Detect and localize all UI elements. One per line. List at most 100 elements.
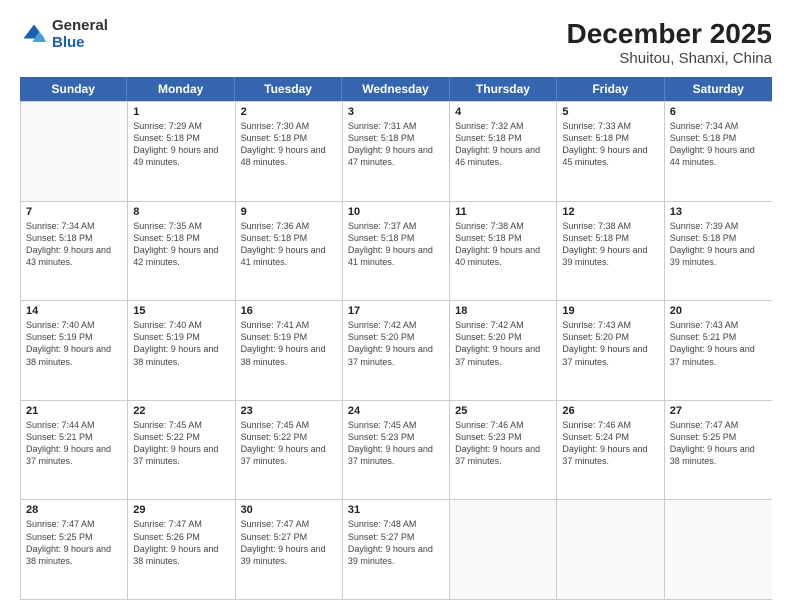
day-detail: Sunrise: 7:48 AMSunset: 5:27 PMDaylight:… (348, 518, 444, 567)
header-day-thursday: Thursday (450, 77, 557, 101)
day-number: 22 (133, 405, 229, 417)
calendar-cell (21, 102, 128, 201)
day-detail: Sunrise: 7:34 AMSunset: 5:18 PMDaylight:… (670, 120, 767, 169)
header: General Blue December 2025 Shuitou, Shan… (20, 18, 772, 67)
logo-general: General (52, 18, 108, 35)
calendar-cell: 13 Sunrise: 7:39 AMSunset: 5:18 PMDaylig… (665, 202, 772, 301)
header-day-friday: Friday (557, 77, 664, 101)
day-detail: Sunrise: 7:31 AMSunset: 5:18 PMDaylight:… (348, 120, 444, 169)
calendar-cell: 25 Sunrise: 7:46 AMSunset: 5:23 PMDaylig… (450, 401, 557, 500)
calendar-cell: 22 Sunrise: 7:45 AMSunset: 5:22 PMDaylig… (128, 401, 235, 500)
calendar-cell: 5 Sunrise: 7:33 AMSunset: 5:18 PMDayligh… (557, 102, 664, 201)
calendar-header: SundayMondayTuesdayWednesdayThursdayFrid… (20, 77, 772, 101)
day-number: 10 (348, 206, 444, 218)
calendar-row-2: 7 Sunrise: 7:34 AMSunset: 5:18 PMDayligh… (21, 201, 772, 301)
calendar-cell: 9 Sunrise: 7:36 AMSunset: 5:18 PMDayligh… (236, 202, 343, 301)
day-detail: Sunrise: 7:37 AMSunset: 5:18 PMDaylight:… (348, 220, 444, 269)
header-day-wednesday: Wednesday (342, 77, 449, 101)
calendar-row-5: 28 Sunrise: 7:47 AMSunset: 5:25 PMDaylig… (21, 499, 772, 599)
day-number: 8 (133, 206, 229, 218)
day-number: 6 (670, 106, 767, 118)
day-detail: Sunrise: 7:42 AMSunset: 5:20 PMDaylight:… (455, 319, 551, 368)
day-detail: Sunrise: 7:42 AMSunset: 5:20 PMDaylight:… (348, 319, 444, 368)
day-detail: Sunrise: 7:46 AMSunset: 5:24 PMDaylight:… (562, 419, 658, 468)
calendar-row-4: 21 Sunrise: 7:44 AMSunset: 5:21 PMDaylig… (21, 400, 772, 500)
day-number: 2 (241, 106, 337, 118)
calendar-cell: 20 Sunrise: 7:43 AMSunset: 5:21 PMDaylig… (665, 301, 772, 400)
day-detail: Sunrise: 7:47 AMSunset: 5:26 PMDaylight:… (133, 518, 229, 567)
page-title: December 2025 (567, 18, 772, 50)
page-subtitle: Shuitou, Shanxi, China (567, 50, 772, 67)
day-detail: Sunrise: 7:32 AMSunset: 5:18 PMDaylight:… (455, 120, 551, 169)
day-number: 17 (348, 305, 444, 317)
day-detail: Sunrise: 7:29 AMSunset: 5:18 PMDaylight:… (133, 120, 229, 169)
day-detail: Sunrise: 7:39 AMSunset: 5:18 PMDaylight:… (670, 220, 767, 269)
day-detail: Sunrise: 7:40 AMSunset: 5:19 PMDaylight:… (133, 319, 229, 368)
logo-text: General Blue (52, 18, 108, 51)
day-detail: Sunrise: 7:36 AMSunset: 5:18 PMDaylight:… (241, 220, 337, 269)
calendar-cell: 29 Sunrise: 7:47 AMSunset: 5:26 PMDaylig… (128, 500, 235, 599)
day-number: 7 (26, 206, 122, 218)
day-number: 3 (348, 106, 444, 118)
calendar-cell (557, 500, 664, 599)
day-detail: Sunrise: 7:40 AMSunset: 5:19 PMDaylight:… (26, 319, 122, 368)
title-block: December 2025 Shuitou, Shanxi, China (567, 18, 772, 67)
day-number: 1 (133, 106, 229, 118)
day-number: 5 (562, 106, 658, 118)
day-number: 19 (562, 305, 658, 317)
day-number: 20 (670, 305, 767, 317)
day-number: 21 (26, 405, 122, 417)
logo-icon (20, 21, 48, 49)
calendar-cell: 1 Sunrise: 7:29 AMSunset: 5:18 PMDayligh… (128, 102, 235, 201)
day-detail: Sunrise: 7:44 AMSunset: 5:21 PMDaylight:… (26, 419, 122, 468)
day-number: 12 (562, 206, 658, 218)
day-number: 24 (348, 405, 444, 417)
calendar-cell: 2 Sunrise: 7:30 AMSunset: 5:18 PMDayligh… (236, 102, 343, 201)
calendar-cell: 4 Sunrise: 7:32 AMSunset: 5:18 PMDayligh… (450, 102, 557, 201)
logo-blue: Blue (52, 35, 108, 52)
day-number: 30 (241, 504, 337, 516)
day-number: 14 (26, 305, 122, 317)
day-detail: Sunrise: 7:41 AMSunset: 5:19 PMDaylight:… (241, 319, 337, 368)
header-day-monday: Monday (127, 77, 234, 101)
calendar-cell: 11 Sunrise: 7:38 AMSunset: 5:18 PMDaylig… (450, 202, 557, 301)
day-detail: Sunrise: 7:35 AMSunset: 5:18 PMDaylight:… (133, 220, 229, 269)
calendar-cell: 10 Sunrise: 7:37 AMSunset: 5:18 PMDaylig… (343, 202, 450, 301)
calendar-cell: 7 Sunrise: 7:34 AMSunset: 5:18 PMDayligh… (21, 202, 128, 301)
day-number: 23 (241, 405, 337, 417)
calendar-cell: 14 Sunrise: 7:40 AMSunset: 5:19 PMDaylig… (21, 301, 128, 400)
calendar-cell: 23 Sunrise: 7:45 AMSunset: 5:22 PMDaylig… (236, 401, 343, 500)
day-number: 26 (562, 405, 658, 417)
calendar-row-3: 14 Sunrise: 7:40 AMSunset: 5:19 PMDaylig… (21, 300, 772, 400)
calendar-cell: 12 Sunrise: 7:38 AMSunset: 5:18 PMDaylig… (557, 202, 664, 301)
day-number: 18 (455, 305, 551, 317)
day-detail: Sunrise: 7:46 AMSunset: 5:23 PMDaylight:… (455, 419, 551, 468)
day-detail: Sunrise: 7:45 AMSunset: 5:23 PMDaylight:… (348, 419, 444, 468)
calendar-cell (450, 500, 557, 599)
calendar-cell: 17 Sunrise: 7:42 AMSunset: 5:20 PMDaylig… (343, 301, 450, 400)
calendar-row-1: 1 Sunrise: 7:29 AMSunset: 5:18 PMDayligh… (21, 101, 772, 201)
calendar-cell: 19 Sunrise: 7:43 AMSunset: 5:20 PMDaylig… (557, 301, 664, 400)
calendar-cell: 21 Sunrise: 7:44 AMSunset: 5:21 PMDaylig… (21, 401, 128, 500)
calendar-cell: 3 Sunrise: 7:31 AMSunset: 5:18 PMDayligh… (343, 102, 450, 201)
day-detail: Sunrise: 7:43 AMSunset: 5:21 PMDaylight:… (670, 319, 767, 368)
calendar: SundayMondayTuesdayWednesdayThursdayFrid… (20, 77, 772, 600)
day-detail: Sunrise: 7:30 AMSunset: 5:18 PMDaylight:… (241, 120, 337, 169)
day-number: 13 (670, 206, 767, 218)
day-detail: Sunrise: 7:38 AMSunset: 5:18 PMDaylight:… (562, 220, 658, 269)
day-number: 27 (670, 405, 767, 417)
day-detail: Sunrise: 7:47 AMSunset: 5:27 PMDaylight:… (241, 518, 337, 567)
calendar-cell: 16 Sunrise: 7:41 AMSunset: 5:19 PMDaylig… (236, 301, 343, 400)
day-detail: Sunrise: 7:43 AMSunset: 5:20 PMDaylight:… (562, 319, 658, 368)
day-detail: Sunrise: 7:45 AMSunset: 5:22 PMDaylight:… (133, 419, 229, 468)
day-detail: Sunrise: 7:45 AMSunset: 5:22 PMDaylight:… (241, 419, 337, 468)
header-day-tuesday: Tuesday (235, 77, 342, 101)
calendar-body: 1 Sunrise: 7:29 AMSunset: 5:18 PMDayligh… (20, 101, 772, 600)
calendar-cell: 6 Sunrise: 7:34 AMSunset: 5:18 PMDayligh… (665, 102, 772, 201)
day-number: 9 (241, 206, 337, 218)
day-number: 11 (455, 206, 551, 218)
calendar-cell: 28 Sunrise: 7:47 AMSunset: 5:25 PMDaylig… (21, 500, 128, 599)
day-number: 4 (455, 106, 551, 118)
day-detail: Sunrise: 7:47 AMSunset: 5:25 PMDaylight:… (26, 518, 122, 567)
day-number: 25 (455, 405, 551, 417)
